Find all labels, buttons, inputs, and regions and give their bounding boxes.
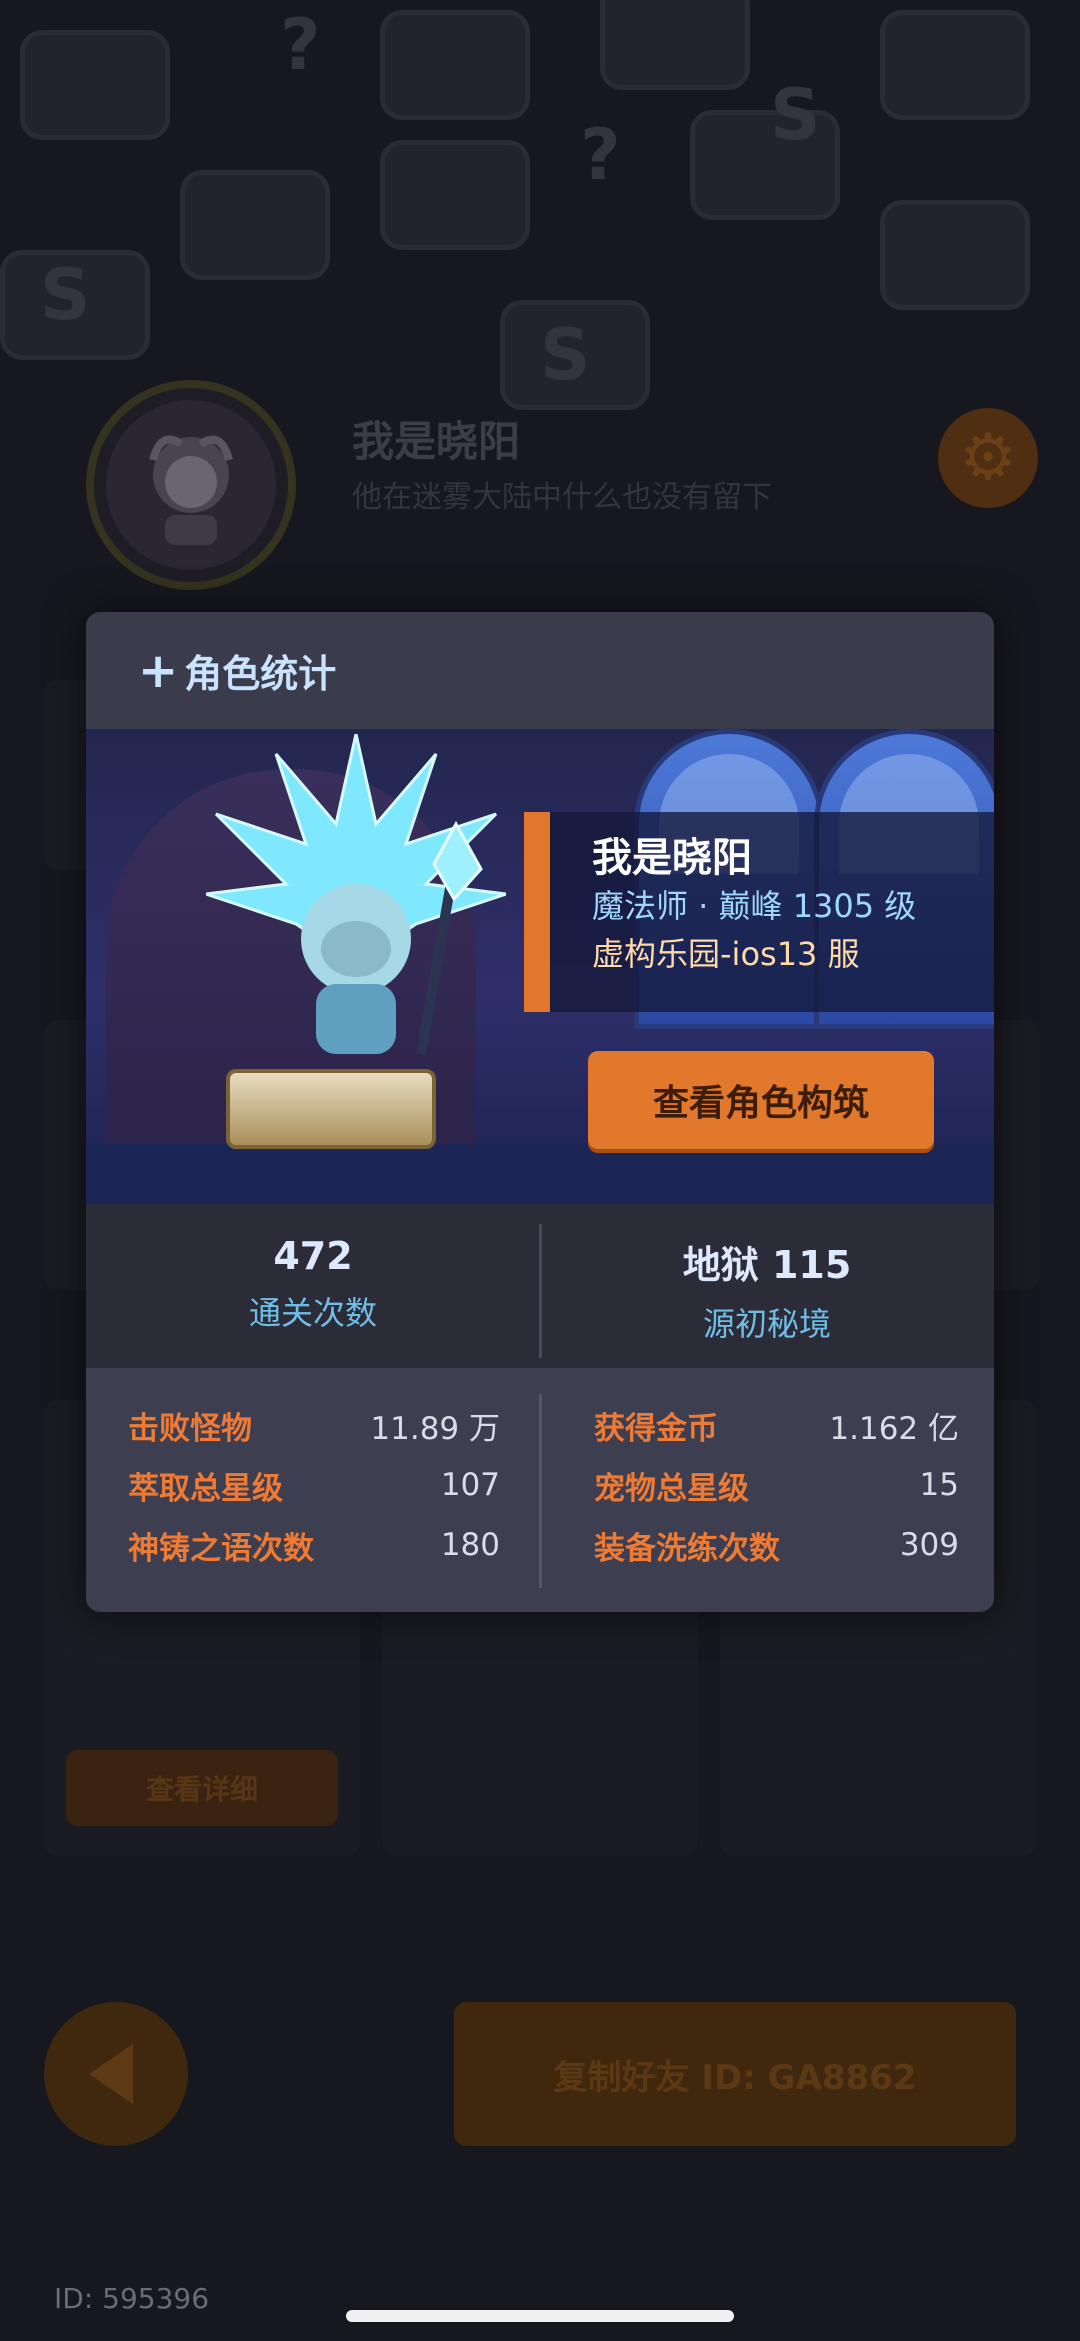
stat-row: 宠物总星级 15 (594, 1460, 959, 1510)
stat-value: 107 (440, 1467, 500, 1503)
profile-subtitle: 他在迷雾大陆中什么也没有留下 (352, 480, 772, 515)
settings-gear-icon[interactable]: ⚙ (938, 408, 1038, 508)
summary-label: 源初秘境 (702, 1305, 831, 1343)
summary-section: 472 通关次数 地狱 115 源初秘境 (86, 1204, 994, 1368)
home-indicator[interactable] (346, 2310, 734, 2322)
pedestal (226, 1069, 436, 1149)
floor (86, 1144, 994, 1204)
stat-row: 击败怪物 11.89 万 (128, 1400, 500, 1450)
chest-icon (20, 30, 170, 140)
stat-label: 装备洗练次数 (594, 1530, 780, 1567)
stats-section: 击败怪物 11.89 万 萃取总星级 107 神铸之语次数 180 获得金币 1… (86, 1368, 994, 1612)
character-server: 虚构乐园-ios13 服 (592, 935, 860, 973)
profile-name: 我是晓阳 (352, 417, 521, 466)
s-coin-icon: S (540, 314, 591, 396)
s-coin-icon: S (770, 74, 821, 156)
chest-icon (880, 10, 1030, 120)
stat-value: 15 (919, 1467, 959, 1503)
stat-value: 180 (440, 1527, 500, 1563)
chest-icon (380, 10, 530, 120)
info-accent-bar (524, 812, 550, 1012)
stat-row: 萃取总星级 107 (128, 1460, 500, 1510)
stat-label: 萃取总星级 (128, 1470, 283, 1507)
copy-friend-id-button[interactable]: 复制好友 ID: GA8862 (454, 2002, 1016, 2146)
s-coin-icon: S (40, 254, 91, 336)
plus-icon: + (138, 642, 179, 699)
chest-icon (880, 200, 1030, 310)
stats-divider (539, 1394, 542, 1588)
chest-icon (380, 140, 530, 250)
view-character-build-button[interactable]: 查看角色构筑 (588, 1051, 934, 1149)
modal-title: 角色统计 (184, 652, 337, 696)
ice-mage-character-icon (206, 734, 506, 1055)
stat-row: 获得金币 1.162 亿 (594, 1400, 959, 1450)
summary-clear-count: 472 通关次数 (86, 1204, 540, 1368)
stat-label: 击败怪物 (128, 1410, 252, 1447)
stat-label: 宠物总星级 (594, 1470, 749, 1507)
question-mark-icon: ? (280, 4, 321, 86)
summary-value: 地狱 115 (682, 1243, 852, 1287)
summary-label: 通关次数 (248, 1294, 377, 1332)
stat-value: 11.89 万 (370, 1410, 500, 1447)
view-detail-button[interactable]: 查看详细 (66, 1750, 338, 1826)
summary-origin-realm: 地狱 115 源初秘境 (540, 1204, 994, 1368)
stat-value: 309 (899, 1527, 959, 1563)
stat-row: 装备洗练次数 309 (594, 1520, 959, 1570)
stat-label: 神铸之语次数 (128, 1530, 314, 1567)
avatar-character-icon (149, 435, 233, 545)
player-id: ID: 595396 (54, 2282, 210, 2315)
question-mark-icon: ? (580, 114, 621, 196)
profile-avatar[interactable] (86, 380, 296, 590)
stat-label: 获得金币 (594, 1410, 718, 1447)
modal-header: + 角色统计 (86, 612, 994, 729)
character-stats-modal: + 角色统计 我是晓阳 魔法师 · 巅峰 1305 级 虚构乐园-ios13 服… (86, 612, 994, 1612)
stat-row: 神铸之语次数 180 (128, 1520, 500, 1570)
stat-value: 1.162 亿 (829, 1410, 959, 1447)
character-name: 我是晓阳 (592, 835, 752, 881)
back-arrow-icon (89, 2044, 133, 2104)
summary-value: 472 (273, 1234, 353, 1278)
chest-icon (180, 170, 330, 280)
character-banner: 我是晓阳 魔法师 · 巅峰 1305 级 虚构乐园-ios13 服 查看角色构筑 (86, 729, 994, 1204)
chest-icon (600, 0, 750, 90)
back-button[interactable] (44, 2002, 188, 2146)
character-class-level: 魔法师 · 巅峰 1305 级 (592, 887, 917, 925)
